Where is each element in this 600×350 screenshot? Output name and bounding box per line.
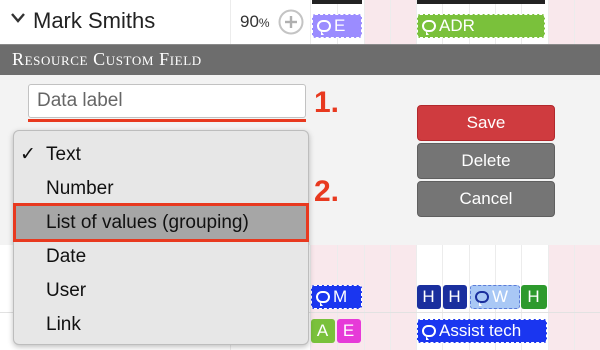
dropdown-option-number[interactable]: Number xyxy=(14,172,308,206)
field-type-dropdown[interactable]: ✓ Text Number List of values (grouping) … xyxy=(13,130,309,345)
chip-label: Assist tech xyxy=(439,321,522,340)
cancel-button[interactable]: Cancel xyxy=(417,181,555,217)
data-label-input[interactable] xyxy=(28,84,306,118)
chip-top-edge xyxy=(417,0,545,4)
option-label: Number xyxy=(46,178,114,199)
custom-field-header: Resource Custom Field xyxy=(0,44,600,75)
collapse-chevron-icon[interactable] xyxy=(10,10,26,26)
booking-chip-h-2[interactable]: H xyxy=(443,285,467,309)
comment-icon xyxy=(475,291,489,306)
resource-row[interactable]: Mark Smiths 90% E ADR xyxy=(0,0,600,44)
dropdown-option-link[interactable]: Link xyxy=(14,308,308,342)
booking-chip-h-1[interactable]: H xyxy=(417,285,441,309)
save-button[interactable]: Save xyxy=(417,105,555,141)
chip-label: H xyxy=(422,287,435,306)
option-label: Text xyxy=(46,144,81,165)
option-label: List of values (grouping) xyxy=(46,212,249,233)
comment-icon xyxy=(422,20,436,35)
delete-button[interactable]: Delete xyxy=(417,143,555,179)
header-title: Resource Custom Field xyxy=(12,49,202,69)
booking-chip-assist-tech[interactable]: Assist tech xyxy=(417,319,547,343)
comment-icon xyxy=(317,20,331,35)
booking-chip-h-3[interactable]: H xyxy=(521,285,547,309)
booking-chip-a[interactable]: A xyxy=(311,319,335,343)
option-label: User xyxy=(46,280,87,301)
dropdown-option-list-of-values[interactable]: List of values (grouping) xyxy=(14,206,308,240)
chip-label: H xyxy=(527,287,540,306)
booking-chip-m[interactable]: M xyxy=(311,285,362,309)
booking-chip-adr[interactable]: ADR xyxy=(417,14,545,38)
dropdown-option-text[interactable]: ✓ Text xyxy=(14,138,308,172)
callout-number-1: 1. xyxy=(314,86,340,119)
dropdown-option-date[interactable]: Date xyxy=(14,240,308,274)
chip-top-edge xyxy=(312,0,362,4)
chip-label: E xyxy=(342,321,355,340)
comment-icon xyxy=(316,291,330,306)
utilization-percent: 90 xyxy=(240,12,259,31)
option-label: Link xyxy=(46,314,81,335)
checkmark-icon: ✓ xyxy=(20,144,36,165)
chip-label: M xyxy=(333,287,348,306)
option-label: Date xyxy=(46,246,87,267)
chip-label: E xyxy=(334,16,346,35)
booking-chip-e-bottom[interactable]: E xyxy=(337,319,361,343)
plus-circle-icon[interactable] xyxy=(278,9,304,35)
input-underline-highlight xyxy=(28,119,306,122)
chip-label: H xyxy=(448,287,461,306)
chip-label: A xyxy=(316,321,329,340)
percent-unit: % xyxy=(258,16,270,30)
comment-icon xyxy=(422,325,436,340)
callout-number-2: 2. xyxy=(314,175,340,208)
resource-name[interactable]: Mark Smiths xyxy=(33,8,155,34)
booking-chip-w[interactable]: W xyxy=(470,285,520,309)
chip-label: ADR xyxy=(439,16,475,35)
dropdown-option-user[interactable]: User xyxy=(14,274,308,308)
booking-chip-e[interactable]: E xyxy=(312,14,362,38)
chip-label: W xyxy=(492,287,509,306)
